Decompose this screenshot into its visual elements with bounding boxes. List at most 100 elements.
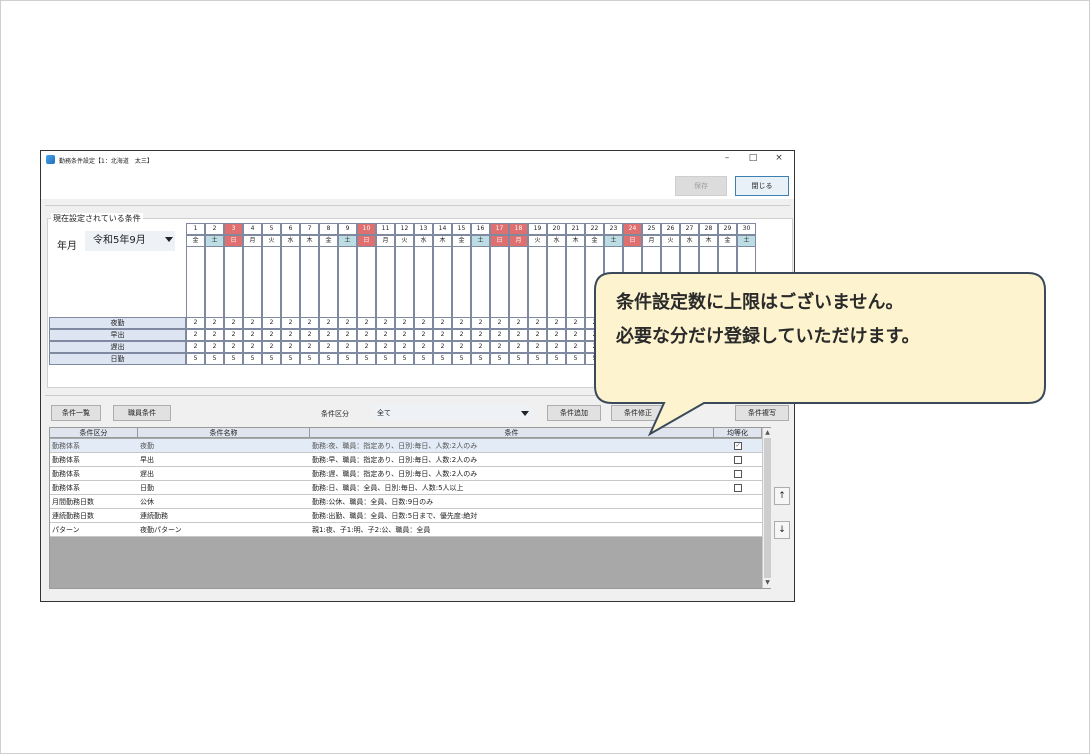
shift-count-cell: 2 bbox=[224, 329, 243, 341]
move-down-button[interactable]: ↓ bbox=[774, 521, 790, 539]
table-row[interactable]: 勤務体系 日勤 勤務:日、職員：全員、日別:毎日、人数:5人以上 bbox=[50, 481, 762, 495]
calendar-day-cell[interactable] bbox=[357, 247, 376, 319]
calendar-day: 4 bbox=[243, 223, 262, 235]
close-button[interactable]: 閉じる bbox=[735, 176, 789, 196]
minimize-icon[interactable]: – bbox=[717, 153, 737, 163]
equalize-checkbox[interactable] bbox=[734, 456, 742, 464]
calendar-day-cell[interactable] bbox=[186, 247, 205, 319]
calendar-day: 28 bbox=[699, 223, 718, 235]
calendar-day: 2 bbox=[205, 223, 224, 235]
condition-category-cell: パターン bbox=[52, 526, 80, 534]
equalize-checkbox[interactable]: ✓ bbox=[734, 442, 742, 450]
shift-count-cell: 2 bbox=[205, 317, 224, 329]
calendar-day-cell[interactable] bbox=[243, 247, 262, 319]
calendar-weekday: 土 bbox=[205, 235, 224, 247]
table-row[interactable]: パターン 夜勤パターン 親1:夜、子1:明、子2:公、職員：全員 bbox=[50, 523, 762, 537]
shift-count-cell: 2 bbox=[414, 317, 433, 329]
maximize-icon[interactable]: □ bbox=[743, 153, 763, 163]
calendar-day: 1 bbox=[186, 223, 205, 235]
shift-count-cell: 2 bbox=[490, 329, 509, 341]
shift-row-label: 夜勤 bbox=[49, 317, 186, 329]
shift-count-cell: 2 bbox=[205, 341, 224, 353]
shift-count-cell: 5 bbox=[414, 353, 433, 365]
calendar-day-cell[interactable] bbox=[262, 247, 281, 319]
shift-count-cell: 2 bbox=[395, 317, 414, 329]
scroll-thumb[interactable] bbox=[764, 438, 771, 578]
shift-count-cell: 2 bbox=[262, 317, 281, 329]
calendar-day-cell[interactable] bbox=[319, 247, 338, 319]
calendar-day: 5 bbox=[262, 223, 281, 235]
staff-conditions-button[interactable]: 職員条件 bbox=[113, 405, 171, 421]
condition-category-cell: 連続勤務日数 bbox=[52, 512, 94, 520]
calendar-day-cell[interactable] bbox=[395, 247, 414, 319]
shift-count-cell: 2 bbox=[509, 317, 528, 329]
calendar-day-cell[interactable] bbox=[509, 247, 528, 319]
shift-count-cell: 5 bbox=[338, 353, 357, 365]
calendar-day-cell[interactable] bbox=[490, 247, 509, 319]
shift-count-cell: 5 bbox=[243, 353, 262, 365]
table-row[interactable]: 連続勤務日数 連続勤務 勤務:出勤、職員：全員、日数:5日まで、優先度:絶対 bbox=[50, 509, 762, 523]
calendar-day-cell[interactable] bbox=[300, 247, 319, 319]
scroll-down-icon[interactable]: ▼ bbox=[764, 579, 771, 587]
equalize-checkbox[interactable] bbox=[734, 484, 742, 492]
shift-count-cell: 5 bbox=[490, 353, 509, 365]
table-scrollbar[interactable]: ▲ ▼ bbox=[762, 428, 771, 588]
condition-category-dropdown-icon[interactable] bbox=[521, 411, 529, 416]
move-up-button[interactable]: ↑ bbox=[774, 487, 790, 505]
calendar-day-cell[interactable] bbox=[281, 247, 300, 319]
shift-count-cell: 5 bbox=[471, 353, 490, 365]
add-condition-button[interactable]: 条件追加 bbox=[547, 405, 601, 421]
shift-count-cell: 2 bbox=[205, 329, 224, 341]
calendar-day-cell[interactable] bbox=[452, 247, 471, 319]
condition-name-cell: 早出 bbox=[140, 456, 154, 464]
condition-category-select[interactable]: 全て bbox=[373, 405, 533, 421]
column-header[interactable]: 条件名称 bbox=[138, 428, 310, 438]
condition-list-button[interactable]: 条件一覧 bbox=[51, 405, 101, 421]
calendar-day: 25 bbox=[642, 223, 661, 235]
calendar-weekday: 土 bbox=[338, 235, 357, 247]
shift-count-cell: 5 bbox=[186, 353, 205, 365]
shift-count-cell: 2 bbox=[452, 341, 471, 353]
table-row[interactable]: 勤務体系 早出 勤務:早、職員：指定あり、日別:毎日、人数:2人のみ bbox=[50, 453, 762, 467]
calendar-day-cell[interactable] bbox=[528, 247, 547, 319]
shift-count-cell: 2 bbox=[509, 329, 528, 341]
shift-count-cell: 2 bbox=[471, 341, 490, 353]
column-header[interactable]: 条件区分 bbox=[50, 428, 138, 438]
calendar-weekday: 水 bbox=[281, 235, 300, 247]
calendar-day: 14 bbox=[433, 223, 452, 235]
calendar-day-cell[interactable] bbox=[376, 247, 395, 319]
shift-count-cell: 5 bbox=[281, 353, 300, 365]
calendar-day-cell[interactable] bbox=[566, 247, 585, 319]
calendar-weekday: 火 bbox=[395, 235, 414, 247]
calendar-day-cell[interactable] bbox=[547, 247, 566, 319]
year-month-select[interactable]: 令和5年9月 bbox=[85, 231, 175, 251]
calendar-day-cell[interactable] bbox=[205, 247, 224, 319]
calendar-day-cell[interactable] bbox=[433, 247, 452, 319]
save-button[interactable]: 保存 bbox=[675, 176, 727, 196]
shift-count-cell: 5 bbox=[300, 353, 319, 365]
calendar-day-cell[interactable] bbox=[338, 247, 357, 319]
calendar-day: 19 bbox=[528, 223, 547, 235]
table-row[interactable]: 月間勤務日数 公休 勤務:公休、職員：全員、日数:9日のみ bbox=[50, 495, 762, 509]
calendar-day-cell[interactable] bbox=[224, 247, 243, 319]
close-icon[interactable]: × bbox=[769, 153, 789, 163]
condition-name-cell: 夜勤パターン bbox=[140, 526, 182, 534]
calendar-day: 13 bbox=[414, 223, 433, 235]
calendar-day-cell[interactable] bbox=[471, 247, 490, 319]
year-month-label: 年月 bbox=[57, 241, 77, 252]
calendar-day-cell[interactable] bbox=[414, 247, 433, 319]
calendar-weekday: 月 bbox=[376, 235, 395, 247]
calendar-weekday: 火 bbox=[661, 235, 680, 247]
equalize-checkbox[interactable] bbox=[734, 470, 742, 478]
calendar-day: 12 bbox=[395, 223, 414, 235]
year-month-dropdown-icon[interactable] bbox=[165, 237, 173, 242]
shift-count-cell: 5 bbox=[319, 353, 338, 365]
calendar-weekday: 火 bbox=[528, 235, 547, 247]
calendar-weekday: 土 bbox=[604, 235, 623, 247]
table-row[interactable]: 勤務体系 遅出 勤務:遅、職員：指定あり、日別:毎日、人数:2人のみ bbox=[50, 467, 762, 481]
condition-category-cell: 勤務体系 bbox=[52, 442, 80, 450]
calendar-weekday: 土 bbox=[737, 235, 756, 247]
condition-detail-cell: 勤務:早、職員：指定あり、日別:毎日、人数:2人のみ bbox=[312, 456, 478, 464]
shift-count-cell: 5 bbox=[528, 353, 547, 365]
condition-category-cell: 勤務体系 bbox=[52, 456, 80, 464]
